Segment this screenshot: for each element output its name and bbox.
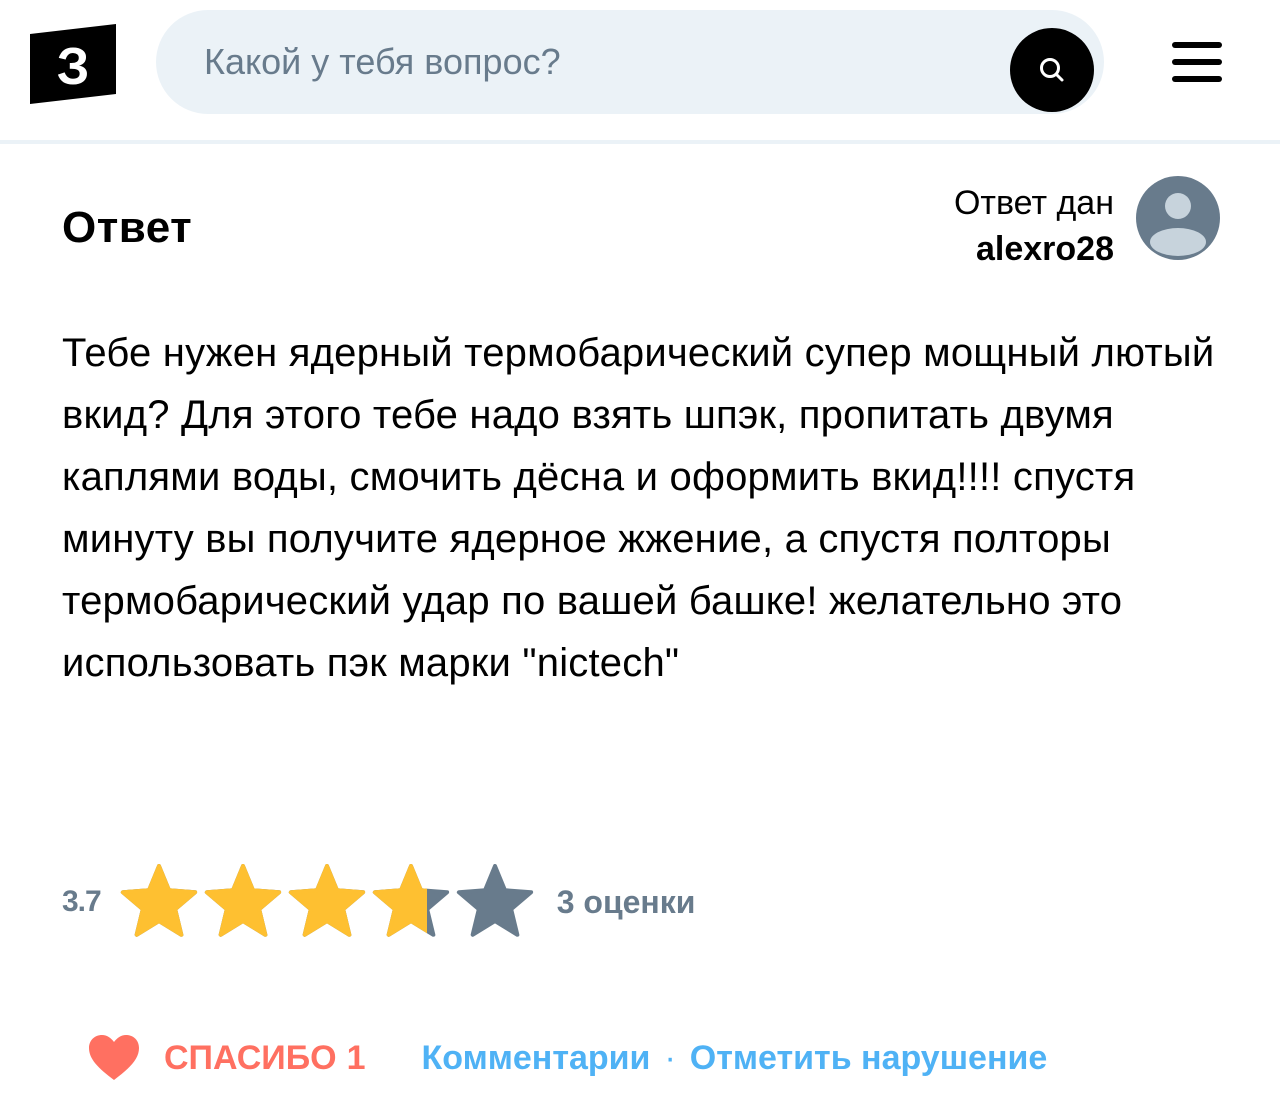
logo-icon[interactable]: З: [30, 24, 116, 104]
search-input[interactable]: [204, 32, 1104, 92]
rating-value: 3.7: [62, 885, 102, 918]
separator-dot: ·: [664, 1038, 676, 1077]
heart-icon: [89, 1035, 139, 1080]
search-bar: [156, 10, 1104, 114]
search-button[interactable]: [1010, 28, 1094, 112]
star-icon[interactable]: [203, 864, 283, 940]
comments-link[interactable]: Комментарии: [422, 1039, 651, 1078]
star-icon[interactable]: [455, 864, 535, 940]
star-icon[interactable]: [119, 864, 199, 940]
author-info: Ответ дан alexro28: [954, 180, 1114, 272]
top-header: З: [0, 0, 1280, 144]
answer-title: Ответ: [62, 203, 193, 252]
answer-text: Тебе нужен ядерный термобарический супер…: [62, 331, 1215, 685]
user-avatar-icon[interactable]: [1136, 176, 1220, 260]
search-icon: [1040, 58, 1064, 82]
thanks-button[interactable]: СПАСИБО 1: [88, 1034, 366, 1082]
author-caption: Ответ дан: [953, 184, 1114, 222]
hamburger-menu-icon[interactable]: [1172, 40, 1222, 84]
report-link[interactable]: Отметить нарушение: [690, 1039, 1048, 1078]
answer-actions: СПАСИБО 1 Комментарии · Отметить нарушен…: [88, 1028, 1047, 1088]
rating-block: 3.7 3 оценки: [62, 860, 695, 944]
thanks-label: СПАСИБО: [164, 1038, 337, 1077]
logo-letter: З: [57, 38, 90, 96]
rating-stars: [119, 864, 539, 940]
star-icon[interactable]: [287, 864, 367, 940]
star-icon[interactable]: [371, 864, 451, 940]
rating-count: 3 оценки: [556, 883, 696, 920]
author-name[interactable]: alexro28: [954, 226, 1114, 272]
thanks-count: 1: [346, 1038, 366, 1077]
